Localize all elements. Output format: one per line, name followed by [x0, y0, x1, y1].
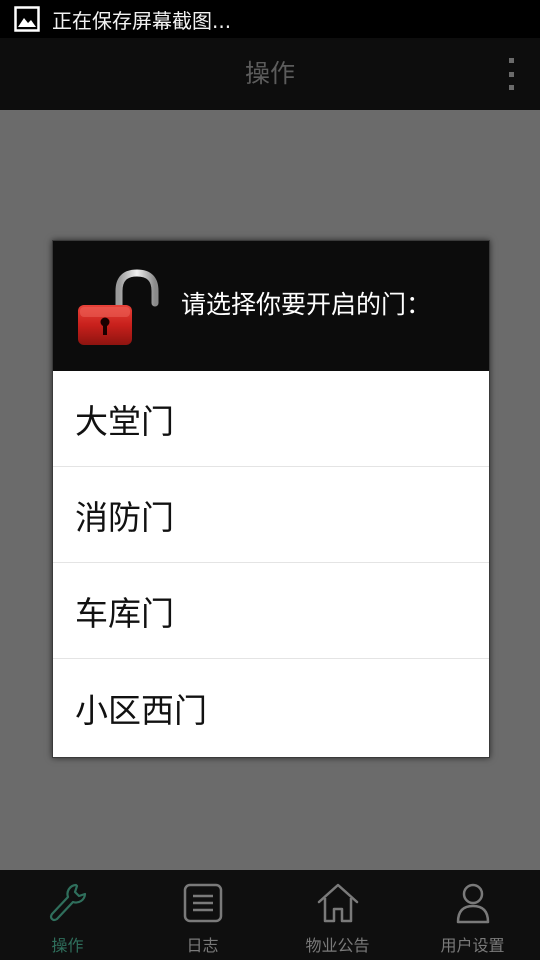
image-icon — [14, 6, 40, 32]
nav-tab-label: 日志 — [186, 936, 219, 955]
door-option-label: 车库门 — [75, 593, 174, 633]
home-icon — [317, 883, 358, 923]
nav-tab-label: 用户设置 — [440, 936, 505, 955]
page-title: 操作 — [244, 59, 295, 88]
bottom-nav: 操作 日志 物业公告 用户设置 — [0, 870, 540, 960]
door-select-dialog: 请选择你要开启的门： 大堂门 消防门 车库门 小区西门 — [52, 240, 490, 758]
dialog-title: 请选择你要开启的门： — [181, 290, 432, 319]
door-option-fire[interactable]: 消防门 — [53, 467, 489, 563]
action-bar: 操作 — [0, 38, 540, 110]
list-icon — [183, 883, 222, 923]
wrench-icon — [49, 883, 86, 922]
app-screen: 正在保存屏幕截图... 操作 请选择你要开启的门： 大堂门 消防门 车库门 小区… — [0, 0, 540, 960]
nav-tab-notice[interactable]: 物业公告 — [270, 870, 405, 960]
nav-tab-user-settings[interactable]: 用户设置 — [405, 870, 540, 960]
door-option-west-gate[interactable]: 小区西门 — [53, 659, 489, 756]
status-bar: 正在保存屏幕截图... — [0, 0, 540, 38]
nav-tab-label: 操作 — [51, 936, 84, 955]
overflow-menu-icon[interactable] — [504, 58, 518, 90]
door-list: 大堂门 消防门 车库门 小区西门 — [53, 371, 489, 756]
dialog-header: 请选择你要开启的门： — [53, 241, 489, 371]
nav-tab-log[interactable]: 日志 — [135, 870, 270, 960]
door-option-lobby[interactable]: 大堂门 — [53, 371, 489, 467]
door-option-label: 小区西门 — [75, 690, 207, 730]
door-option-label: 大堂门 — [75, 401, 174, 441]
screenshot-notification: 正在保存屏幕截图... — [52, 8, 232, 33]
nav-tab-label: 物业公告 — [305, 936, 370, 955]
nav-tab-operate[interactable]: 操作 — [0, 870, 135, 960]
door-option-label: 消防门 — [75, 497, 174, 537]
user-icon — [456, 883, 489, 924]
door-option-garage[interactable]: 车库门 — [53, 563, 489, 659]
unlocked-padlock-icon — [78, 269, 159, 345]
